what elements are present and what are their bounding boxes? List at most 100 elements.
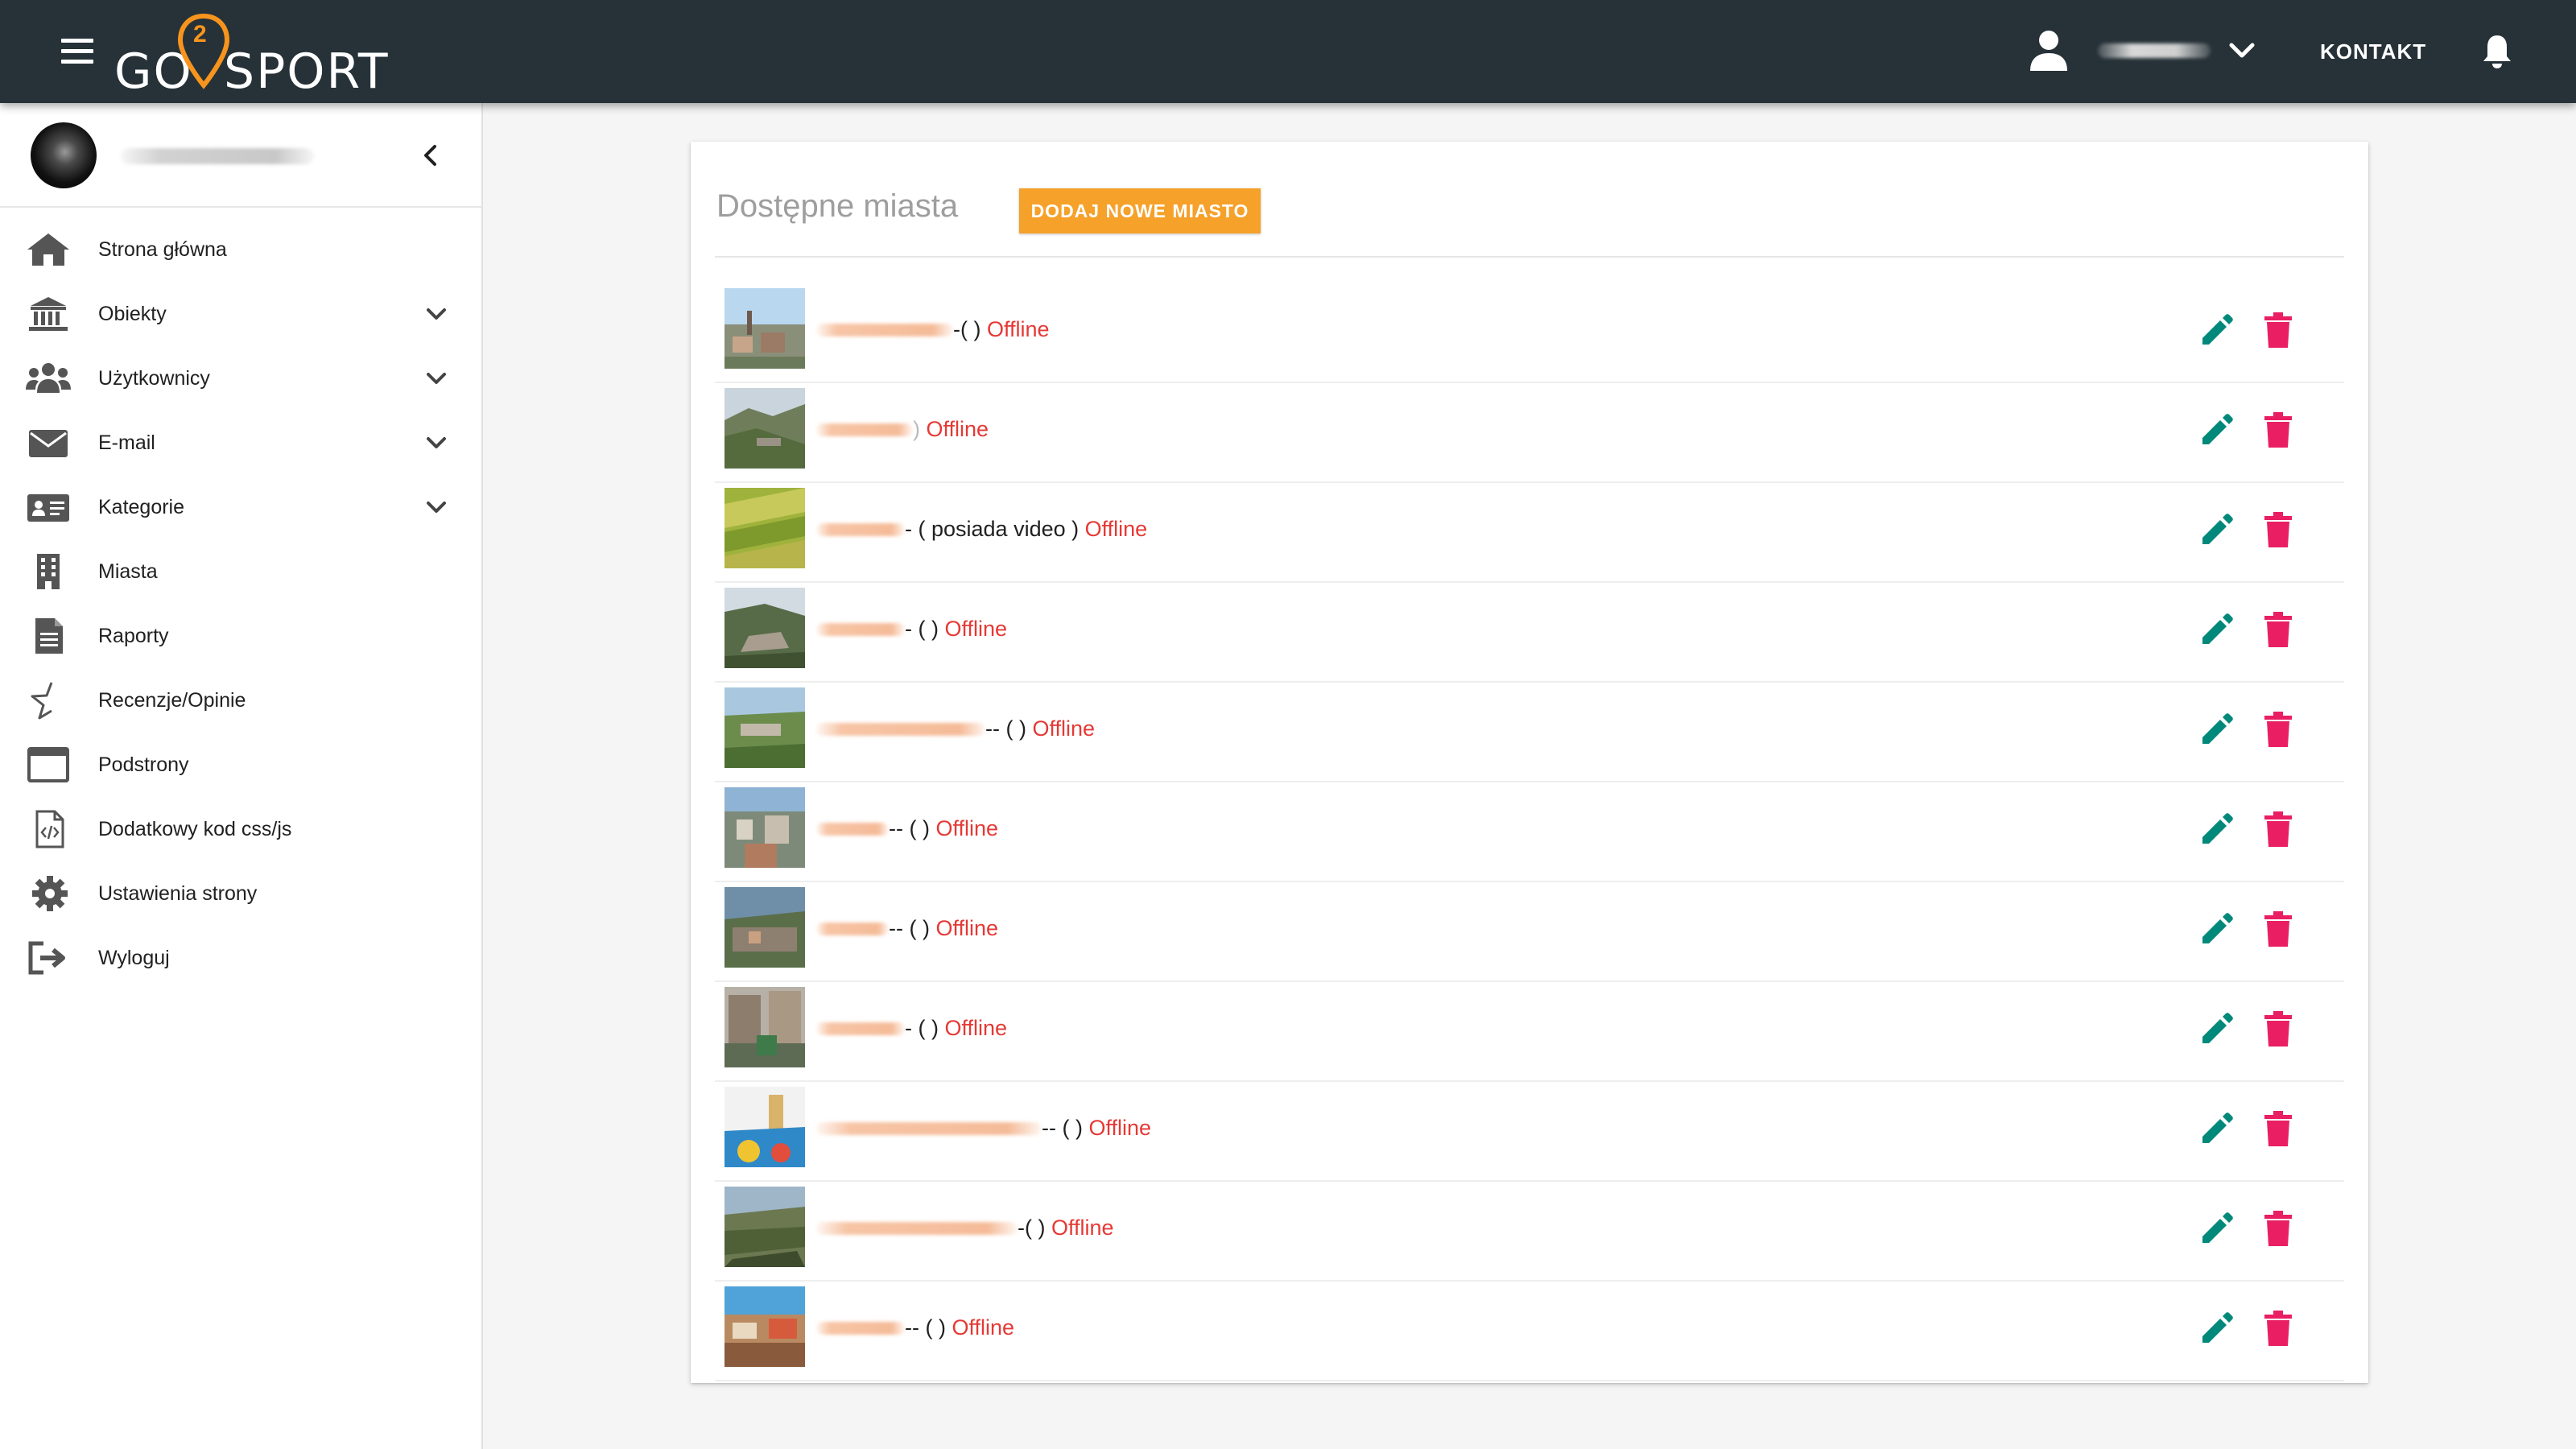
sidebar-item-label: Obiekty [98, 303, 167, 325]
trash-icon[interactable] [2262, 610, 2294, 649]
sidebar-item-label: Strona główna [98, 238, 227, 261]
chevron-down-icon[interactable] [423, 303, 449, 325]
city-name [816, 823, 889, 836]
go2sport-logo[interactable]: GO 2 SPORT [114, 11, 387, 100]
city-info: -( ) Offline [953, 314, 1050, 345]
pencil-icon[interactable] [2198, 412, 2235, 449]
id-card-icon [27, 494, 69, 522]
chevron-down-icon[interactable] [423, 496, 449, 518]
sidebar-item-cities[interactable]: Miasta [0, 539, 481, 604]
trash-icon[interactable] [2262, 1009, 2294, 1048]
sidebar-item-label: Użytkownicy [98, 367, 210, 390]
code-file-icon [35, 810, 64, 848]
report-icon [35, 618, 63, 654]
trash-icon[interactable] [2262, 1109, 2294, 1148]
city-thumbnail[interactable] [724, 1187, 805, 1267]
city-status: Offline [926, 417, 989, 441]
city-extra: -- ( ) [905, 1315, 946, 1340]
trash-icon[interactable] [2262, 411, 2294, 449]
avatar[interactable] [31, 122, 97, 188]
page-title: Dostępne miasta [716, 188, 959, 224]
menu-icon[interactable] [61, 39, 93, 64]
top-bar: GO 2 SPORT KONTAKT [0, 0, 2576, 103]
sidebar-nav: Strona główna Obiekty Użytkownicy E-mail… [0, 217, 481, 990]
city-name [816, 1022, 905, 1035]
user-name[interactable] [2098, 43, 2211, 58]
city-thumbnail[interactable] [724, 388, 805, 469]
sidebar-item-home[interactable]: Strona główna [0, 217, 481, 282]
city-info: ) Offline [913, 414, 989, 444]
city-status: Offline [935, 816, 999, 840]
trash-icon[interactable] [2262, 710, 2294, 749]
city-info: -( ) Offline [1018, 1212, 1114, 1243]
sidebar: Strona główna Obiekty Użytkownicy E-mail… [0, 103, 483, 1449]
pencil-icon[interactable] [2198, 612, 2235, 649]
sidebar-item-label: Miasta [98, 560, 158, 583]
city-thumbnail[interactable] [724, 488, 805, 568]
city-thumbnail[interactable] [724, 1087, 805, 1167]
city-name [816, 923, 889, 935]
add-city-button[interactable]: DODAJ NOWE MIASTO [1019, 188, 1261, 233]
city-info: -- ( ) Offline [985, 713, 1095, 744]
sidebar-item-subpages[interactable]: Podstrony [0, 733, 481, 797]
city-thumbnail[interactable] [724, 787, 805, 868]
sidebar-item-reviews[interactable]: Recenzje/Opinie [0, 668, 481, 733]
city-name [816, 623, 905, 636]
bell-icon[interactable] [2481, 32, 2513, 69]
envelope-icon [29, 430, 68, 457]
sidebar-profile [0, 103, 481, 208]
pencil-icon[interactable] [2198, 712, 2235, 749]
city-thumbnail[interactable] [724, 687, 805, 768]
sidebar-item-categories[interactable]: Kategorie [0, 475, 481, 539]
city-status: Offline [1084, 517, 1148, 541]
city-name [816, 723, 985, 736]
pencil-icon[interactable] [2198, 811, 2235, 848]
chevron-down-icon[interactable] [423, 367, 449, 390]
city-name [816, 423, 913, 436]
pencil-icon[interactable] [2198, 1211, 2235, 1248]
pencil-icon[interactable] [2198, 512, 2235, 549]
city-row: -- ( ) Offline [715, 683, 2344, 782]
sidebar-item-site-settings[interactable]: Ustawienia strony [0, 861, 481, 926]
city-thumbnail[interactable] [724, 288, 805, 369]
users-icon [26, 363, 71, 393]
user-icon[interactable] [2029, 29, 2069, 72]
trash-icon[interactable] [2262, 1309, 2294, 1348]
sidebar-item-custom-code[interactable]: Dodatkowy kod css/js [0, 797, 481, 861]
trash-icon[interactable] [2262, 810, 2294, 848]
sidebar-item-logout[interactable]: Wyloguj [0, 926, 481, 990]
city-status: Offline [1051, 1216, 1114, 1240]
city-thumbnail[interactable] [724, 1286, 805, 1367]
trash-icon[interactable] [2262, 510, 2294, 549]
home-icon [27, 233, 69, 266]
city-thumbnail[interactable] [724, 588, 805, 668]
pencil-icon[interactable] [2198, 1111, 2235, 1148]
city-info: -- ( ) Offline [889, 913, 998, 943]
trash-icon[interactable] [2262, 311, 2294, 349]
city-name [816, 523, 905, 536]
sidebar-item-users[interactable]: Użytkownicy [0, 346, 481, 411]
sidebar-item-reports[interactable]: Raporty [0, 604, 481, 668]
contact-link[interactable]: KONTAKT [2320, 35, 2426, 68]
pencil-icon[interactable] [2198, 312, 2235, 349]
pencil-icon[interactable] [2198, 1011, 2235, 1048]
chevron-down-icon[interactable] [423, 431, 449, 454]
city-name [816, 1222, 1018, 1235]
city-row: - ( posiada video ) Offline [715, 483, 2344, 583]
pencil-icon[interactable] [2198, 1311, 2235, 1348]
city-status: Offline [1088, 1116, 1152, 1140]
chevron-down-icon[interactable] [2228, 40, 2256, 61]
sidebar-item-email[interactable]: E-mail [0, 411, 481, 475]
city-thumbnail[interactable] [724, 887, 805, 968]
sidebar-item-objects[interactable]: Obiekty [0, 282, 481, 346]
city-name [816, 324, 953, 336]
pencil-icon[interactable] [2198, 911, 2235, 948]
sidebar-item-label: Recenzje/Opinie [98, 689, 246, 712]
bank-icon [29, 297, 68, 331]
trash-icon[interactable] [2262, 1209, 2294, 1248]
city-thumbnail[interactable] [724, 987, 805, 1067]
window-icon [27, 747, 69, 782]
chevron-left-icon[interactable] [419, 142, 443, 169]
cities-card: Dostępne miasta DODAJ NOWE MIASTO -( ) O… [691, 142, 2368, 1383]
trash-icon[interactable] [2262, 910, 2294, 948]
